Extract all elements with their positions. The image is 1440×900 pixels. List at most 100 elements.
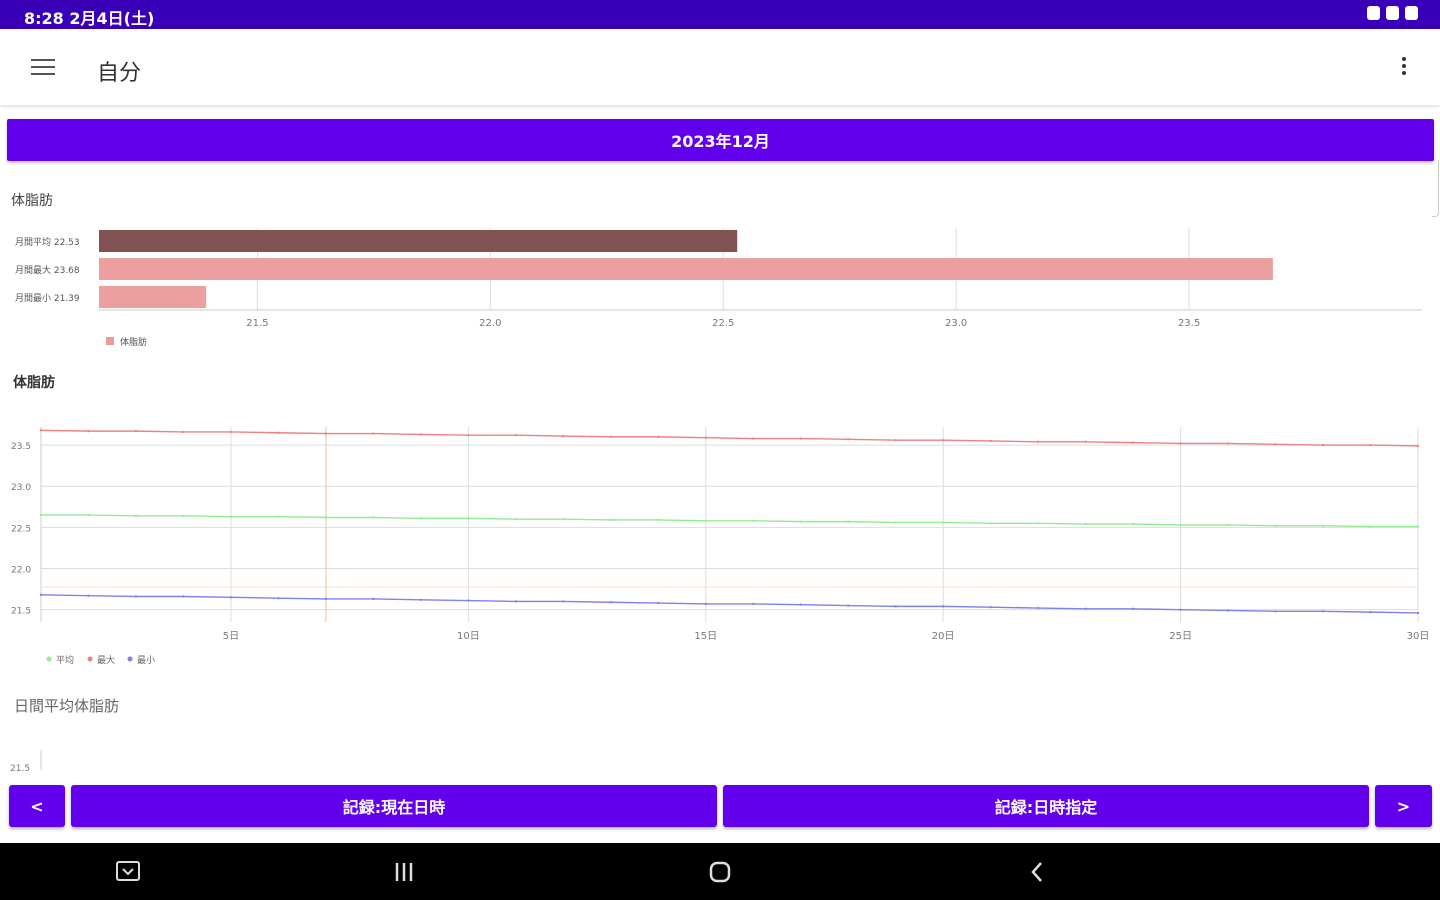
data-point — [704, 519, 707, 522]
data-point — [324, 432, 328, 435]
data-point — [1321, 610, 1325, 613]
y-tick-label: 23.0 — [11, 483, 31, 493]
data-point — [182, 595, 185, 598]
data-point — [182, 430, 185, 434]
data-point — [277, 596, 280, 600]
data-point — [1084, 607, 1087, 611]
data-point — [894, 605, 897, 608]
data-point — [1369, 525, 1372, 528]
data-point — [1179, 523, 1182, 527]
data-point — [182, 514, 185, 518]
data-point — [1416, 525, 1420, 528]
scrollbar[interactable] — [1432, 160, 1439, 217]
wifi-icon — [1386, 6, 1399, 20]
data-point — [1321, 524, 1325, 527]
data-point — [419, 598, 423, 601]
data-point — [847, 520, 850, 523]
legend-dot — [46, 656, 52, 662]
y-tick-label: 22.0 — [11, 566, 31, 576]
y-tick-label: 23.5 — [11, 442, 31, 452]
data-point — [1226, 523, 1230, 527]
data-point — [562, 517, 565, 521]
data-point — [1369, 610, 1372, 614]
category-label: 月間最小 21.39 — [15, 293, 80, 304]
data-point — [39, 429, 43, 432]
data-point — [894, 521, 897, 524]
data-point — [752, 437, 755, 440]
data-point — [134, 429, 138, 433]
battery-icon — [1405, 6, 1418, 20]
data-point — [1131, 522, 1135, 526]
menu-icon[interactable] — [31, 59, 55, 77]
home-icon[interactable] — [706, 859, 734, 885]
data-point — [562, 600, 565, 603]
data-point — [847, 438, 850, 441]
system-nav-bar — [0, 843, 1440, 900]
back-icon[interactable] — [1024, 859, 1052, 885]
data-point — [1036, 440, 1040, 444]
data-point — [657, 601, 660, 605]
status-icons — [1367, 6, 1418, 20]
legend-label: 最大 — [97, 654, 115, 666]
data-point — [657, 435, 660, 439]
y-tick-label: 21.5 — [11, 607, 31, 617]
data-point — [1226, 442, 1230, 445]
data-point — [419, 433, 423, 436]
legend-label: 体脂肪 — [120, 336, 147, 348]
legend-dot — [127, 656, 133, 662]
series-line — [40, 429, 1419, 447]
data-point — [1084, 440, 1087, 444]
data-point — [134, 514, 138, 518]
data-point — [1369, 443, 1372, 447]
daily-chart-title: 日間平均体脂肪 — [14, 697, 120, 715]
daily-chart-tick: 21.5 — [10, 764, 30, 774]
prev-month-button[interactable]: < — [9, 785, 65, 827]
data-point — [1416, 444, 1420, 448]
keyboard-toggle-icon[interactable] — [114, 859, 142, 885]
x-tick-label: 10日 — [457, 631, 480, 642]
data-point — [941, 605, 945, 608]
data-point — [514, 434, 518, 437]
more-vert-icon[interactable] — [1398, 57, 1410, 81]
x-tick-label: 5日 — [223, 631, 239, 642]
data-point — [894, 438, 897, 442]
x-tick-label: 23.5 — [1178, 318, 1200, 329]
record-specified-time-button[interactable]: 記録:日時指定 — [723, 785, 1369, 827]
data-point — [324, 597, 328, 601]
x-tick-label: 20日 — [932, 631, 955, 642]
x-tick-label: 21.5 — [246, 318, 268, 329]
data-point — [1416, 611, 1420, 615]
month-selector-button[interactable]: 2023年12月 — [7, 119, 1434, 161]
line-chart-title: 体脂肪 — [13, 375, 55, 391]
data-point — [1226, 609, 1230, 612]
data-point — [1131, 441, 1135, 444]
category-label: 月間最大 23.68 — [15, 264, 80, 276]
data-point — [514, 517, 518, 521]
status-bar: 8:28 2月4日(土) — [0, 0, 1440, 29]
recent-apps-icon[interactable] — [391, 859, 419, 885]
x-tick-label: 25日 — [1169, 631, 1192, 642]
record-now-button[interactable]: 記録:現在日時 — [71, 785, 717, 827]
page-title: 自分 — [97, 61, 142, 86]
data-point — [467, 434, 470, 437]
data-point — [39, 513, 43, 517]
series-line — [41, 514, 1418, 528]
x-tick-label: 30日 — [1407, 631, 1430, 642]
data-point — [609, 518, 612, 522]
data-point — [989, 439, 992, 443]
series-line — [40, 594, 1419, 614]
data-point — [1274, 443, 1277, 446]
data-point — [229, 515, 233, 518]
legend-label: 平均 — [56, 654, 74, 666]
x-tick-label: 15日 — [694, 631, 717, 642]
bar-chart-title: 体脂肪 — [11, 193, 53, 209]
next-month-button[interactable]: > — [1375, 785, 1432, 827]
data-point — [277, 515, 280, 518]
data-point — [229, 430, 233, 434]
data-point — [609, 601, 612, 604]
x-tick-label: 23.0 — [945, 318, 967, 329]
legend-dot — [87, 656, 93, 662]
x-tick-label: 22.5 — [712, 318, 734, 329]
y-tick-label: 22.5 — [11, 524, 31, 534]
data-point — [372, 432, 375, 435]
